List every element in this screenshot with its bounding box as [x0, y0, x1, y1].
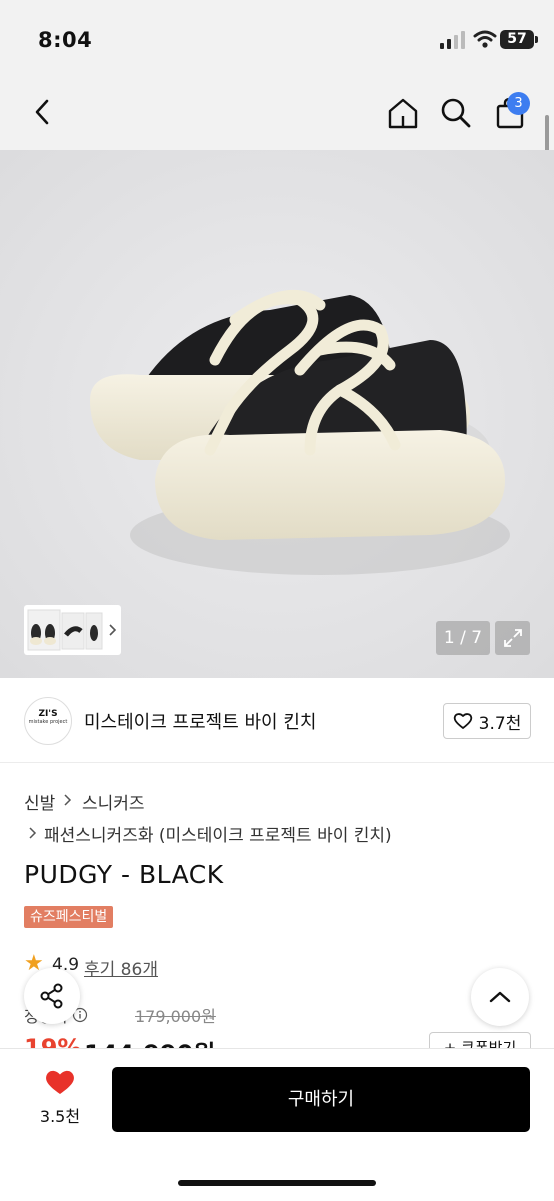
brand-logo[interactable]: ZI'S mistake project	[24, 697, 72, 745]
status-time: 8:04	[38, 28, 93, 52]
chevron-right-icon	[62, 792, 72, 811]
chevron-up-icon	[489, 991, 511, 1003]
original-price: 179,000원	[135, 1007, 216, 1026]
back-icon	[35, 99, 49, 125]
thumbnail-strip[interactable]	[24, 605, 121, 655]
buy-button[interactable]: 구매하기	[112, 1067, 530, 1132]
review-count-link[interactable]: 후기 86개	[84, 955, 158, 980]
breadcrumb-level2[interactable]: 스니커즈	[82, 789, 145, 814]
product-title: PUDGY - BLACK	[24, 860, 224, 889]
breadcrumb-level1[interactable]: 신발	[24, 789, 55, 814]
home-indicator	[178, 1180, 376, 1186]
scroll-top-button[interactable]	[471, 968, 529, 1026]
event-tag-badge: 슈즈페스티벌	[24, 906, 114, 928]
share-icon	[40, 983, 63, 1009]
back-button[interactable]	[26, 94, 58, 130]
brand-like-count: 3.7천	[478, 713, 522, 734]
cart-count-badge: 3	[507, 92, 530, 115]
wishlist-count: 3.5천	[39, 1107, 81, 1126]
image-page-counter: 1 / 7	[436, 621, 490, 655]
battery-cap	[535, 36, 538, 43]
chevron-right-icon	[27, 825, 37, 844]
expand-button[interactable]	[495, 621, 530, 655]
heart-outline-icon	[453, 713, 472, 729]
search-button[interactable]	[437, 94, 475, 132]
breadcrumb-level3[interactable]: 패션스니커즈화 (미스테이크 프로젝트 바이 킨치)	[44, 821, 392, 846]
home-icon	[388, 98, 418, 129]
brand-logo-subtext: mistake project	[28, 719, 68, 725]
signal-icon	[440, 31, 466, 53]
brand-like-button[interactable]: 3.7천	[443, 703, 531, 739]
battery-indicator: 57	[500, 30, 534, 49]
product-image[interactable]	[0, 150, 554, 678]
expand-icon	[503, 629, 522, 647]
share-button[interactable]	[24, 968, 80, 1024]
wifi-icon	[473, 29, 497, 53]
brand-name[interactable]: 미스테이크 프로젝트 바이 킨치	[84, 708, 316, 734]
heart-filled-icon	[46, 1070, 74, 1094]
home-button[interactable]	[384, 94, 422, 132]
search-icon	[441, 98, 471, 128]
section-divider	[0, 762, 554, 763]
wishlist-button[interactable]	[44, 1068, 76, 1100]
brand-logo-text: ZI'S	[38, 709, 58, 719]
